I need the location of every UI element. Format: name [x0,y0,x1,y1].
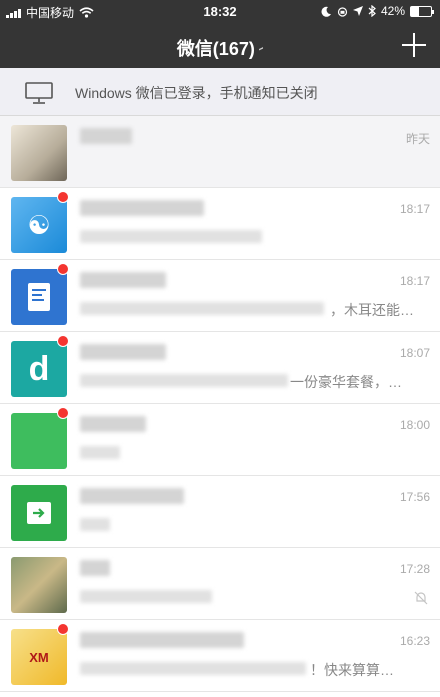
chat-preview-blurred [80,446,120,459]
do-not-disturb-moon-icon [321,6,331,17]
chat-row[interactable]: d 一份豪华套餐，… 18:07 [0,332,440,404]
battery-icon [410,5,434,17]
avatar [11,413,67,469]
unread-badge [57,623,69,635]
page-title: 微信(167) 𝅪 [0,35,440,61]
status-bar: 中国移动 18:32 42% [0,0,440,24]
chat-row[interactable]: 18:00 [0,404,440,476]
chat-time: 18:17 [399,274,430,288]
avatar [11,557,67,613]
chat-preview-blurred [80,590,212,603]
chat-preview-blurred [80,662,306,675]
chat-preview-blurred [80,518,110,531]
chat-time: 17:56 [399,490,430,504]
chat-row[interactable]: 17:28 [0,548,440,620]
chat-preview: ！快来算算… [310,662,394,678]
avatar [11,125,67,181]
battery-level [411,6,420,16]
chat-time: 18:00 [399,418,430,432]
unread-badge [57,407,69,419]
d-logo-icon: d [28,349,50,388]
avatar: XM [11,629,67,685]
chat-row[interactable]: 17:56 [0,476,440,548]
chat-time: 18:17 [399,202,430,216]
unread-badge [57,191,69,203]
bluetooth-icon [368,5,376,17]
chat-preview-blurred [80,230,262,243]
chat-name-blurred [80,200,204,216]
chat-row[interactable]: ☯ 18:17 [0,188,440,260]
desktop-login-banner[interactable]: Windows 微信已登录，手机通知已关闭 [0,68,440,116]
chat-preview-blurred [80,374,288,387]
chat-time: 17:28 [399,562,430,576]
arrow-box-icon [27,502,51,524]
chat-row[interactable]: ，木耳还能… 18:17 [0,260,440,332]
chat-name-blurred [80,416,146,432]
chat-name-blurred [80,272,166,288]
plus-icon[interactable] [402,33,426,57]
nav-bar: 微信(167) 𝅪 [0,24,440,68]
avatar [11,269,67,325]
chat-name-blurred [80,632,244,648]
chat-row[interactable]: XM ！快来算算… 16:23 [0,620,440,692]
unread-badge [57,335,69,347]
chat-name-blurred [80,128,132,144]
battery-percent: 42% [380,4,405,18]
chat-row[interactable]: 昨天 [0,116,440,188]
location-arrow-icon [352,6,363,16]
orientation-lock-icon [337,6,348,17]
chat-time: 昨天 [405,132,430,146]
avatar [11,485,67,541]
chat-name-blurred [80,344,166,360]
chat-preview: 一份豪华套餐，… [290,374,402,390]
avatar: ☯ [11,197,67,253]
unread-badge [57,263,69,275]
document-icon [28,283,50,311]
chat-list: 昨天 ☯ 18:17 ，木耳还能… 18:17 d 一份豪华套餐，… 18:07… [0,116,440,692]
muted-bell-icon [414,591,428,605]
chat-time: 16:23 [399,634,430,648]
title-text: 微信(167) [176,39,255,59]
chat-name-blurred [80,488,184,504]
chat-preview-blurred [80,302,324,315]
avatar: d [11,341,67,397]
chat-time: 18:07 [399,346,430,360]
desktop-monitor-icon [25,82,53,104]
chat-name-blurred [80,560,110,576]
banner-text: Windows 微信已登录，手机通知已关闭 [75,85,318,101]
chat-preview: ，木耳还能… [330,302,414,318]
app-logo-icon: ☯ [27,209,51,240]
status-right: 42% [321,4,434,18]
xm-logo-icon: XM [29,649,49,665]
ear-icon: 𝅪 [258,44,264,58]
